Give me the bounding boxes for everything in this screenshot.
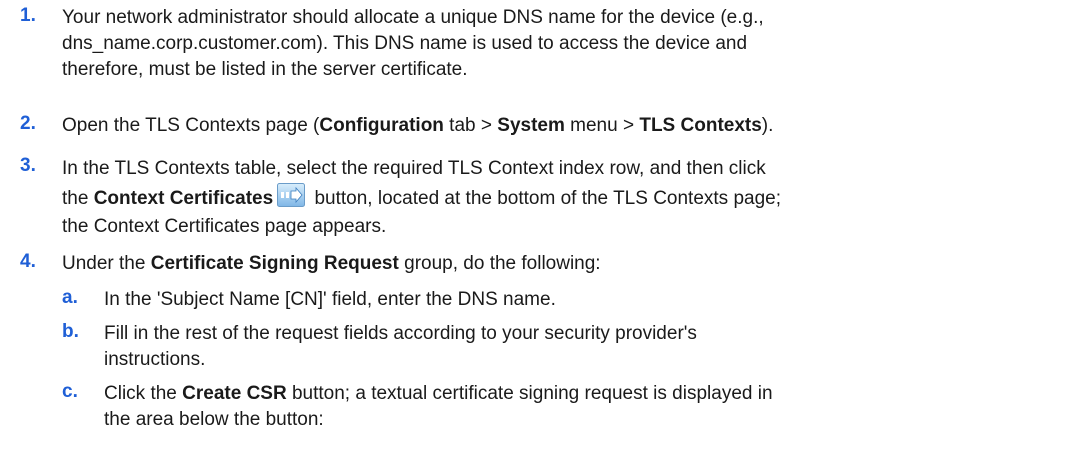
text-line: In the TLS Contexts table, select the re… xyxy=(62,158,766,179)
bold-term: System xyxy=(497,115,565,136)
text-run: menu > xyxy=(564,115,640,136)
bold-term: TLS Contexts xyxy=(639,115,762,136)
text-line: instructions. xyxy=(104,349,206,370)
text-run: group, do the following: xyxy=(398,253,601,274)
text-run: button; a textual certificate signing re… xyxy=(286,383,773,404)
text-line: therefore, must be listed in the server … xyxy=(62,59,468,80)
step-text: In the TLS Contexts table, select the re… xyxy=(62,155,1072,241)
substep-letter: a. xyxy=(62,287,78,308)
text-line: the Context Certificates button, located… xyxy=(62,183,1072,213)
substep-text: Click the Create CSR button; a textual c… xyxy=(104,381,804,433)
text-line: Open the TLS Contexts page (Configuratio… xyxy=(62,113,1072,139)
text-run: Open the TLS Contexts page ( xyxy=(62,115,320,136)
text-line: the area below the button: xyxy=(104,409,324,430)
text-line: Click the Create CSR button; a textual c… xyxy=(104,381,804,407)
text-run: Under the xyxy=(62,253,151,274)
substep-text: In the 'Subject Name [CN]' field, enter … xyxy=(104,287,804,313)
text-line: Fill in the rest of the request fields a… xyxy=(104,323,697,344)
step-number: 4. xyxy=(20,251,36,272)
bold-term: Certificate Signing Request xyxy=(150,253,399,274)
text-line: dns_name.corp.customer.com). This DNS na… xyxy=(62,33,748,54)
text-line: the Context Certificates page appears. xyxy=(62,216,387,237)
step-number: 1. xyxy=(20,5,36,26)
document-page: 1. Your network administrator should all… xyxy=(0,0,1090,463)
step-number: 2. xyxy=(20,113,36,134)
step-text: Open the TLS Contexts page (Configuratio… xyxy=(62,113,1072,139)
arrow-button-icon xyxy=(277,183,306,207)
substep-letter: b. xyxy=(62,321,79,342)
step-text: Under the Certificate Signing Request gr… xyxy=(62,251,1072,277)
text-line: Your network administrator should alloca… xyxy=(62,7,764,28)
substep-text: Fill in the rest of the request fields a… xyxy=(104,321,804,373)
text-line: Under the Certificate Signing Request gr… xyxy=(62,251,1072,277)
bold-term: Configuration xyxy=(319,115,444,136)
text-run: tab > xyxy=(443,115,498,136)
substep-letter: c. xyxy=(62,381,78,402)
text-run: ). xyxy=(761,115,774,136)
text-run: the xyxy=(62,188,94,209)
step-text: Your network administrator should alloca… xyxy=(62,5,1072,83)
text-run: button, located at the bottom of the TLS… xyxy=(309,188,781,209)
text-line: In the 'Subject Name [CN]' field, enter … xyxy=(104,289,556,310)
bold-term: Create CSR xyxy=(182,383,287,404)
bold-term: Context Certificates xyxy=(93,188,274,209)
text-run: Click the xyxy=(104,383,183,404)
step-number: 3. xyxy=(20,155,36,176)
